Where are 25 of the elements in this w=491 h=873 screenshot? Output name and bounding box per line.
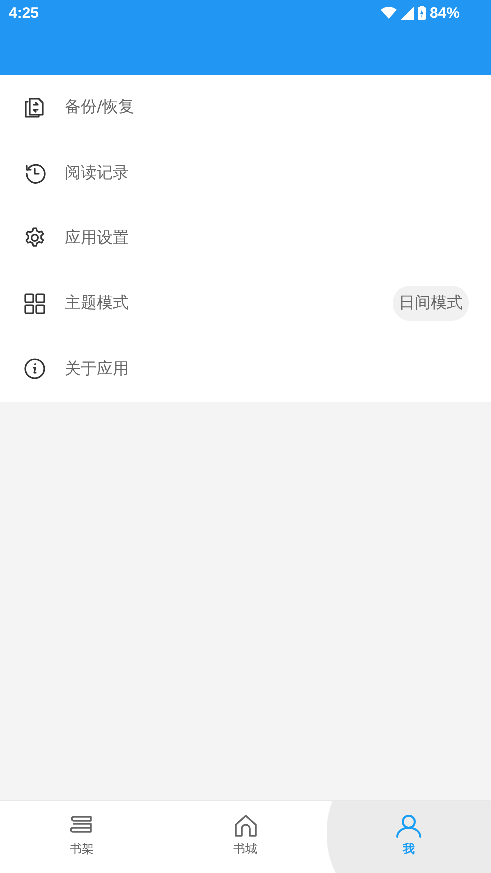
menu-item[interactable]: 主题模式 日间模式	[0, 271, 491, 337]
signal-icon	[400, 6, 414, 20]
battery-percent: 84%	[430, 4, 460, 22]
gear-icon	[24, 227, 46, 250]
menu-label: 阅读记录	[65, 162, 130, 184]
menu-item[interactable]: 应用设置	[0, 206, 491, 272]
menu-item[interactable]: 关于应用	[0, 336, 491, 402]
menu-label: 主题模式	[65, 293, 130, 314]
grid-icon	[24, 292, 46, 315]
status-time: 4:25	[9, 4, 40, 22]
info-icon	[24, 358, 46, 380]
theme-value-chip: 日间模式	[393, 286, 469, 322]
battery-icon	[418, 6, 426, 20]
menu-label: 备份/恢复	[65, 97, 136, 118]
menu-item[interactable]: 阅读记录	[0, 140, 491, 206]
nav-tab[interactable]: 书架	[0, 801, 164, 873]
wifi-icon	[380, 7, 397, 19]
menu-item[interactable]: 备份/恢复	[0, 75, 491, 140]
document-swap-icon	[24, 96, 46, 119]
menu-label: 关于应用	[65, 358, 130, 380]
nav-tab[interactable]: 书城	[164, 801, 328, 873]
menu-label: 应用设置	[65, 228, 130, 249]
history-icon	[24, 162, 46, 184]
home-icon	[232, 814, 258, 838]
person-icon	[396, 814, 422, 838]
